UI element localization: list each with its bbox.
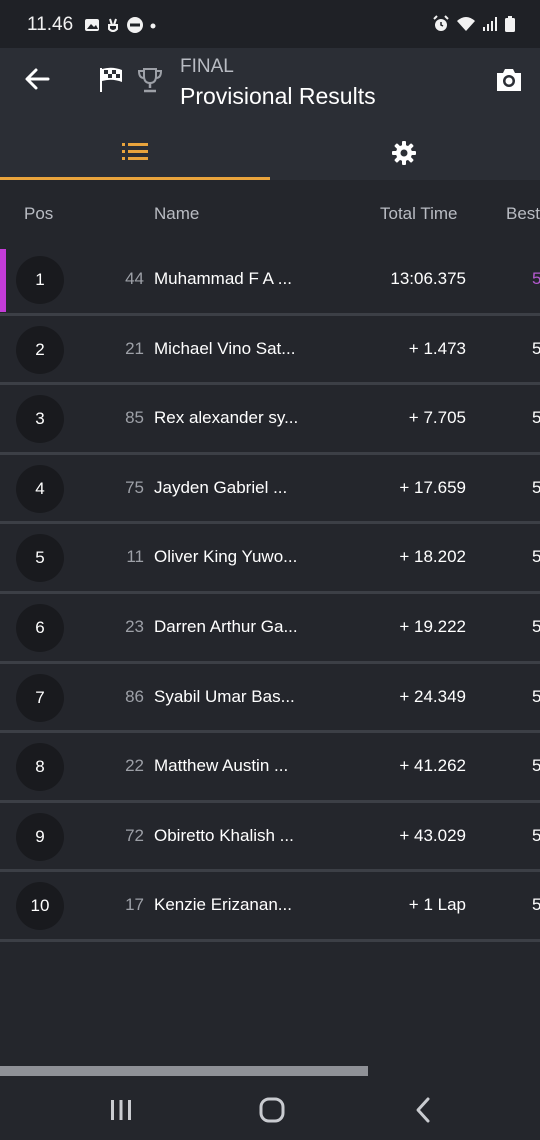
best-lap: 5 (532, 477, 540, 497)
driver-name: Obiretto Khalish ... (154, 825, 294, 845)
car-number: 22 (125, 756, 144, 776)
table-row[interactable]: 2 21 Michael Vino Sat... + 1.473 5 (0, 315, 540, 386)
total-time: 13:06.375 (390, 269, 466, 288)
system-nav-bar (0, 1080, 540, 1140)
car-number: 75 (125, 477, 144, 497)
table-row[interactable]: 4 75 Jayden Gabriel ... + 17.659 5 (0, 454, 540, 525)
position-badge: 3 (16, 395, 64, 444)
best-lap: 5 (532, 338, 540, 358)
leader-marker (0, 249, 6, 312)
camera-icon[interactable] (494, 66, 524, 94)
status-time: 11.46 (27, 14, 74, 35)
position-badge: 6 (16, 603, 64, 652)
position-badge: 1 (16, 256, 64, 304)
signal-icon (483, 17, 497, 31)
car-number: 17 (125, 895, 144, 915)
back-arrow-icon[interactable] (22, 64, 52, 94)
total-time: + 7.705 (408, 408, 466, 428)
position-badge: 8 (16, 743, 64, 792)
column-header-pos[interactable]: Pos (24, 204, 53, 224)
table-row[interactable]: 1 44 Muhammad F A ... 13:06.375 5 (0, 246, 540, 316)
driver-name: Oliver King Yuwo... (154, 547, 298, 567)
table-row[interactable]: 9 72 Obiretto Khalish ... + 43.029 5 (0, 802, 540, 873)
table-row[interactable]: 5 11 Oliver King Yuwo... + 18.202 5 (0, 524, 540, 594)
total-time: + 43.029 (399, 825, 466, 845)
total-time: + 41.262 (399, 756, 466, 776)
back-icon[interactable] (404, 1094, 444, 1126)
driver-name: Kenzie Erizanan... (154, 895, 292, 915)
best-lap: 5 (532, 547, 540, 567)
position-badge: 10 (16, 882, 64, 931)
horizontal-scrollbar[interactable] (0, 1066, 368, 1076)
recent-apps-icon[interactable] (101, 1094, 141, 1126)
header-subtitle: FINAL (180, 56, 234, 77)
peace-hand-icon (108, 18, 118, 32)
driver-name: Jayden Gabriel ... (154, 477, 288, 497)
image-icon (85, 19, 99, 31)
tab-settings[interactable] (270, 130, 540, 180)
best-lap: 5 (532, 269, 540, 288)
table-row[interactable]: 10 17 Kenzie Erizanan... + 1 Lap 5 (0, 872, 540, 942)
driver-name: Matthew Austin ... (154, 756, 289, 776)
position-badge: 7 (16, 673, 64, 722)
best-lap: 5 (532, 756, 540, 776)
position-badge: 2 (16, 325, 64, 374)
trophy-icon (137, 68, 163, 93)
car-number: 86 (125, 686, 144, 706)
status-icons-left (84, 16, 157, 34)
battery-icon (505, 16, 515, 32)
table-row[interactable]: 6 23 Darren Arthur Ga... + 19.222 5 (0, 593, 540, 664)
best-lap: 5 (532, 408, 540, 428)
results-table: 1 44 Muhammad F A ... 13:06.375 5 2 21 M… (0, 246, 540, 942)
total-time: + 19.222 (399, 616, 466, 636)
position-badge: 9 (16, 812, 64, 861)
position-badge: 5 (16, 534, 64, 583)
status-icons-right (432, 15, 516, 33)
page-title: Provisional Results (180, 83, 376, 109)
alarm-icon (433, 15, 449, 31)
best-lap: 5 (532, 686, 540, 706)
car-number: 23 (125, 616, 144, 636)
table-header: Pos Name Total Time Best (0, 180, 540, 246)
status-bar: 11.46 (0, 0, 540, 48)
dot-icon (150, 23, 156, 29)
wifi-icon (457, 17, 475, 31)
driver-name: Muhammad F A ... (154, 269, 292, 288)
list-icon (122, 143, 148, 160)
home-icon[interactable] (252, 1094, 292, 1126)
car-number: 44 (125, 269, 144, 288)
best-lap: 5 (532, 825, 540, 845)
best-lap: 5 (532, 616, 540, 636)
column-header-best[interactable]: Best (506, 204, 540, 224)
car-number: 85 (125, 408, 144, 428)
driver-name: Syabil Umar Bas... (154, 686, 295, 706)
driver-name: Darren Arthur Ga... (154, 616, 298, 636)
gear-icon (392, 141, 416, 165)
driver-name: Michael Vino Sat... (154, 338, 296, 358)
column-header-total-time[interactable]: Total Time (380, 204, 457, 224)
position-badge: 4 (16, 464, 64, 513)
table-row[interactable]: 3 85 Rex alexander sy... + 7.705 5 (0, 385, 540, 455)
total-time: + 24.349 (399, 686, 466, 706)
table-row[interactable]: 7 86 Syabil Umar Bas... + 24.349 5 (0, 663, 540, 734)
total-time: + 1 Lap (408, 895, 466, 915)
table-row[interactable]: 8 22 Matthew Austin ... + 41.262 5 (0, 733, 540, 803)
car-number: 21 (125, 338, 144, 358)
minus-circle-icon (127, 17, 143, 33)
total-time: + 17.659 (399, 477, 466, 497)
app-bar: FINAL Provisional Results (0, 48, 540, 180)
total-time: + 18.202 (399, 547, 466, 567)
checkered-flag-icon (100, 67, 122, 92)
column-header-name[interactable]: Name (154, 204, 199, 224)
driver-name: Rex alexander sy... (154, 408, 299, 428)
car-number: 11 (126, 547, 144, 567)
total-time: + 1.473 (408, 338, 466, 358)
best-lap: 5 (532, 895, 540, 915)
tab-list[interactable] (0, 130, 270, 180)
car-number: 72 (125, 825, 144, 845)
